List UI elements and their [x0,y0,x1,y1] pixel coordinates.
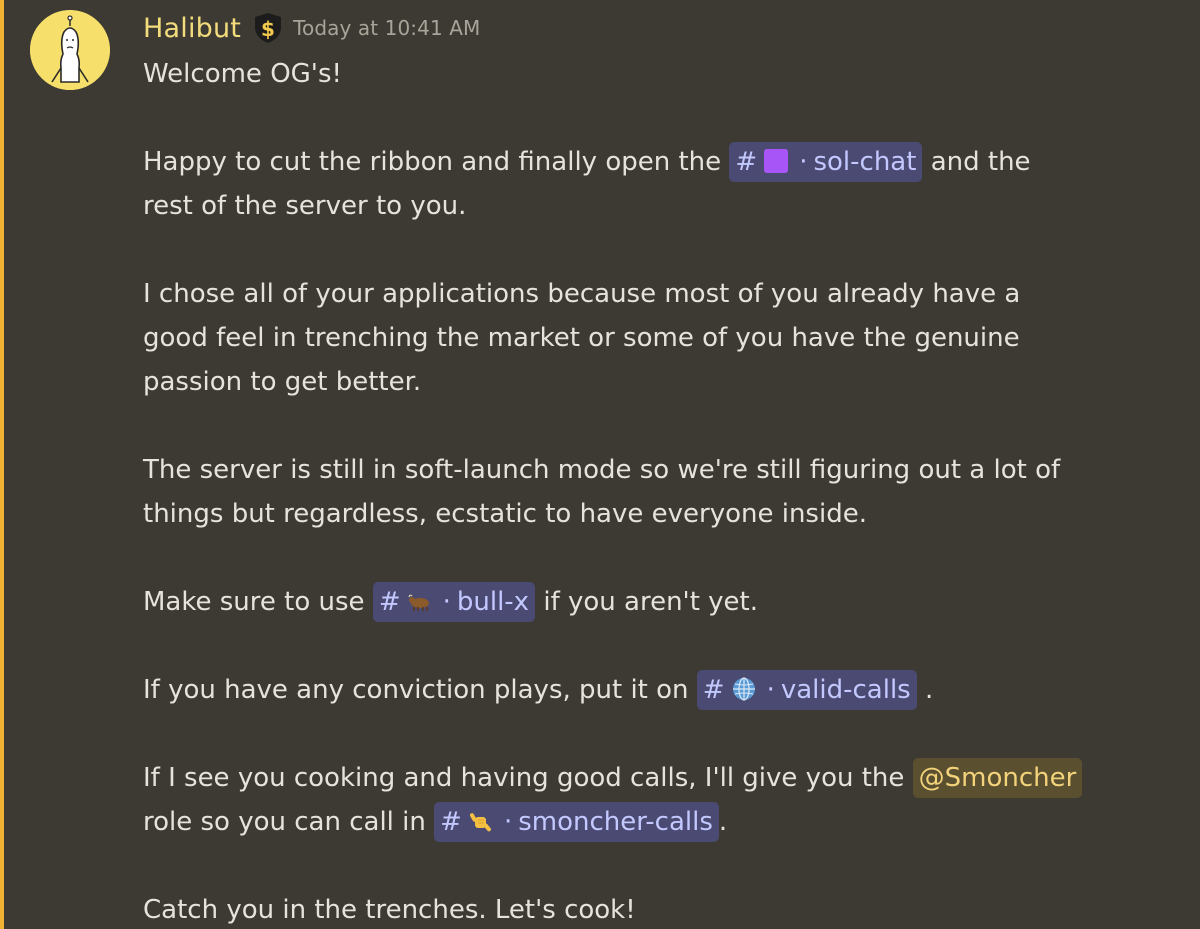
separator-dot: · [766,675,775,705]
text-segment: and the [922,147,1031,177]
purple-square-icon [764,149,789,173]
channel-name: smoncher-calls [518,807,713,837]
channel-name: valid-calls [780,675,911,705]
username[interactable]: Halibut [143,13,241,44]
hash-icon: # [702,675,725,705]
text-segment: . [916,675,934,705]
separator-dot: · [799,147,808,177]
message-line: rest of the server to you. [143,191,467,221]
separator-dot: · [503,807,513,837]
message-line: If you have any conviction plays, put it… [143,668,1193,712]
channel-mention-sol-chat[interactable]: # · sol-chat [729,142,923,182]
message-line: If I see you cooking and having good cal… [143,756,1193,800]
message-line: I chose all of your applications because… [143,279,1021,309]
avatar[interactable] [30,10,110,90]
role-mention-smoncher[interactable]: @Smoncher [912,758,1083,798]
svg-text:$: $ [261,17,275,41]
avatar-character-icon [30,10,110,90]
message-content: Welcome OG's! Happy to cut the ribbon an… [143,52,1193,929]
call-me-hand-icon [469,813,491,832]
globe-icon [732,677,755,701]
hash-icon: # [378,587,401,617]
channel-name: bull-x [456,587,530,617]
text-segment: If you have any conviction plays, put it… [143,675,697,705]
timestamp[interactable]: Today at 10:41 AM [293,16,480,40]
text-segment: if you aren't yet. [535,587,758,617]
highlight-bar [0,0,4,929]
separator-dot: · [442,587,451,617]
message-line: things but regardless, ecstatic to have … [143,499,867,529]
hash-icon: # [735,147,758,177]
message-line: role so you can call in # · smoncher-calls… [143,800,1193,844]
message-line: The server is still in soft-launch mode … [143,455,1061,485]
message-header: Halibut $ Today at 10:41 AM [143,8,480,48]
message-line: good feel in trenching the market or som… [143,323,1020,353]
text-segment: . [718,807,728,837]
channel-mention-smoncher-calls[interactable]: # · smoncher-calls [434,802,719,842]
message-line: Catch you in the trenches. Let's cook! [143,895,636,925]
message-line: Make sure to use # · bull-x if you aren't … [143,580,1193,624]
ox-icon [408,594,429,611]
dollar-shield-icon[interactable]: $ [251,11,285,45]
message-line: Welcome OG's! [143,59,342,89]
channel-mention-valid-calls[interactable]: # · valid-calls [696,670,917,710]
message-line: Happy to cut the ribbon and finally open… [143,140,1193,184]
hash-icon: # [440,807,462,837]
message-line: passion to get better. [143,367,422,397]
chat-message: Halibut $ Today at 10:41 AM Welcome OG's… [0,0,1200,929]
channel-mention-bull-x[interactable]: # · bull-x [372,582,536,622]
text-segment: Happy to cut the ribbon and finally open… [143,147,730,177]
text-segment: role so you can call in [143,807,435,837]
text-segment: Make sure to use [143,587,373,617]
text-segment: If I see you cooking and having good cal… [143,763,913,793]
channel-name: sol-chat [813,147,917,177]
